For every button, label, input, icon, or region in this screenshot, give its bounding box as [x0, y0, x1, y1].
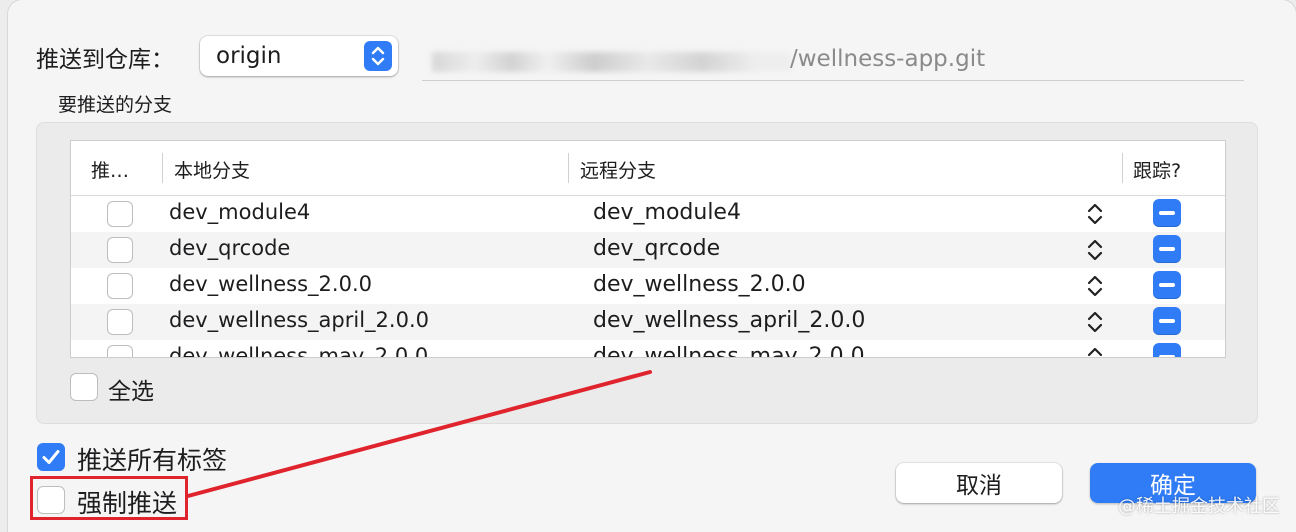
- cancel-button[interactable]: 取消: [896, 463, 1062, 503]
- annotation-line: [186, 370, 652, 498]
- watermark: @稀土掘金技术社区: [1118, 496, 1280, 517]
